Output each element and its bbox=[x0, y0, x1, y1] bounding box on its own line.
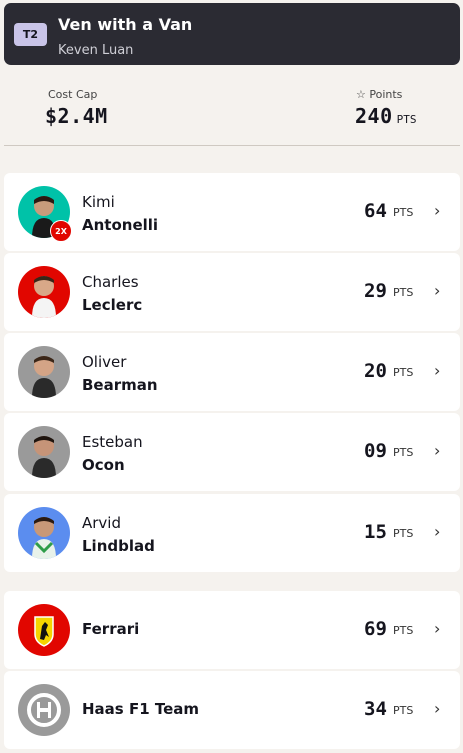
cost-cap-value: $2.4M bbox=[45, 104, 108, 128]
chevron-right-icon: › bbox=[434, 522, 441, 541]
multiplier-badge: 2X bbox=[50, 220, 72, 242]
driver-last-name: Leclerc bbox=[82, 296, 143, 314]
constructor-card[interactable]: Haas F1 Team 34 PTS › bbox=[4, 671, 460, 749]
driver-first-name: Esteban bbox=[82, 433, 143, 451]
driver-first-name: Kimi bbox=[82, 193, 115, 211]
driver-avatar bbox=[18, 507, 70, 559]
constructor-points: 34 bbox=[364, 698, 387, 720]
driver-card[interactable]: Oliver Bearman 20 PTS › bbox=[4, 333, 460, 411]
driver-avatar bbox=[18, 346, 70, 398]
points-unit: PTS bbox=[393, 206, 414, 219]
chevron-right-icon: › bbox=[434, 281, 441, 300]
driver-first-name: Charles bbox=[82, 273, 139, 291]
team-name: Ven with a Van bbox=[58, 15, 193, 34]
driver-points: 20 bbox=[364, 360, 387, 382]
chevron-right-icon: › bbox=[434, 619, 441, 638]
chevron-right-icon: › bbox=[434, 361, 441, 380]
chevron-right-icon: › bbox=[434, 201, 441, 220]
star-outline-icon: ☆ bbox=[356, 88, 366, 101]
driver-points: 29 bbox=[364, 280, 387, 302]
driver-first-name: Oliver bbox=[82, 353, 127, 371]
constructor-points: 69 bbox=[364, 618, 387, 640]
points-total: 240 PTS bbox=[355, 104, 417, 128]
points-unit: PTS bbox=[393, 366, 414, 379]
points-unit: PTS bbox=[393, 286, 414, 299]
driver-points: 64 bbox=[364, 200, 387, 222]
constructor-name: Ferrari bbox=[82, 620, 140, 638]
chevron-right-icon: › bbox=[434, 699, 441, 718]
driver-points: 09 bbox=[364, 440, 387, 462]
points-value: 240 bbox=[355, 104, 393, 128]
driver-first-name: Arvid bbox=[82, 514, 121, 532]
driver-card[interactable]: Charles Leclerc 29 PTS › bbox=[4, 253, 460, 331]
points-unit: PTS bbox=[393, 624, 414, 637]
team-badge: T2 bbox=[14, 23, 47, 46]
driver-last-name: Antonelli bbox=[82, 216, 159, 234]
driver-last-name: Bearman bbox=[82, 376, 158, 394]
points-unit: PTS bbox=[393, 704, 414, 717]
team-owner: Keven Luan bbox=[58, 43, 134, 58]
points-unit: PTS bbox=[396, 113, 417, 126]
team-stats: Cost Cap $2.4M ☆ Points 240 PTS bbox=[0, 66, 463, 146]
driver-last-name: Ocon bbox=[82, 456, 125, 474]
points-unit: PTS bbox=[393, 527, 414, 540]
chevron-right-icon: › bbox=[434, 441, 441, 460]
driver-last-name: Lindblad bbox=[82, 537, 155, 555]
points-unit: PTS bbox=[393, 446, 414, 459]
driver-card[interactable]: Esteban Ocon 09 PTS › bbox=[4, 413, 460, 491]
points-label-group: ☆ Points bbox=[356, 88, 402, 101]
team-header: T2 Ven with a Van Keven Luan bbox=[4, 3, 460, 65]
driver-points: 15 bbox=[364, 521, 387, 543]
driver-card[interactable]: Arvid Lindblad 15 PTS › bbox=[4, 494, 460, 572]
driver-card[interactable]: 2X Kimi Antonelli 64 PTS › bbox=[4, 173, 460, 251]
stats-divider bbox=[4, 145, 460, 146]
constructor-card[interactable]: Ferrari 69 PTS › bbox=[4, 591, 460, 669]
constructor-name: Haas F1 Team bbox=[82, 700, 200, 718]
driver-avatar bbox=[18, 266, 70, 318]
haas-logo-icon bbox=[18, 684, 70, 736]
cost-cap-label: Cost Cap bbox=[48, 88, 98, 101]
ferrari-logo-icon bbox=[18, 604, 70, 656]
driver-avatar bbox=[18, 426, 70, 478]
points-label: Points bbox=[369, 88, 403, 101]
